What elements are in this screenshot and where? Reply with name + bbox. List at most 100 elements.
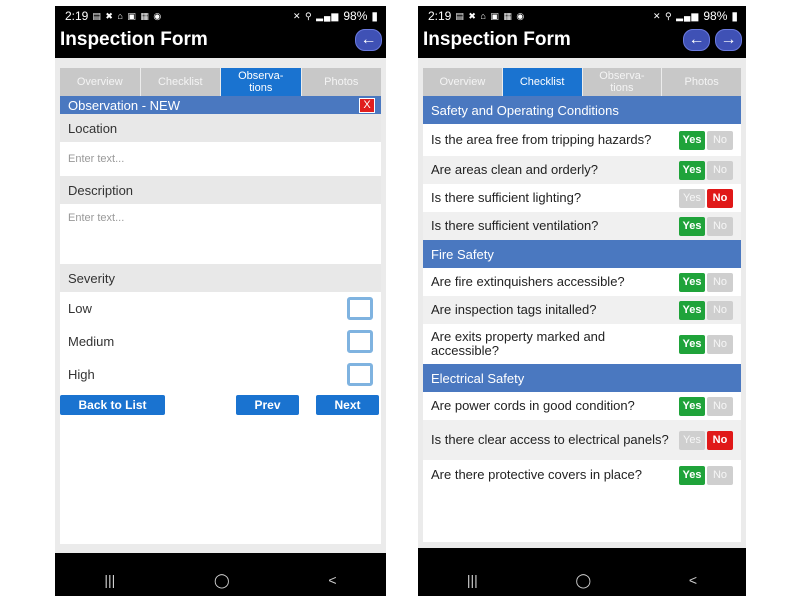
checklist-row: Are power cords in good condition? Yes No: [423, 392, 741, 420]
checklist-question: Is there sufficient lighting?: [431, 190, 582, 205]
content-area: Overview Checklist Observa- tions Photos…: [55, 58, 386, 553]
severity-checkbox[interactable]: [347, 330, 373, 353]
severity-option-medium[interactable]: Medium: [60, 325, 381, 358]
checklist-question: Are exits property marked and accessible…: [431, 329, 606, 358]
home-icon[interactable]: ◯: [214, 572, 230, 589]
status-time: 2:19: [428, 9, 452, 23]
description-placeholder: Enter text...: [68, 212, 125, 224]
location-input[interactable]: Enter text...: [60, 142, 381, 176]
tab-checklist[interactable]: Checklist: [502, 68, 583, 96]
checklist-row: Is the area free from tripping hazards? Y…: [423, 124, 741, 156]
app-bar: Inspection Form ← →: [418, 26, 746, 54]
notification-icons: ▤ ✖ ⌂ ▣ ▦ ◉: [92, 10, 163, 21]
content-area: Overview Checklist Observa- tions Photos…: [418, 58, 746, 548]
yes-button[interactable]: Yes: [679, 160, 705, 180]
no-button[interactable]: No: [707, 300, 733, 320]
no-button[interactable]: No: [707, 130, 733, 150]
no-button[interactable]: No: [707, 188, 733, 208]
status-bar: 2:19 ▤ ✖ ⌂ ▣ ▦ ◉ ✕ ⚲ ▂▄▆ 98% ▮: [55, 6, 386, 26]
back-to-list-button[interactable]: Back to List: [60, 395, 165, 415]
recents-icon[interactable]: |||: [104, 572, 115, 588]
checklist-row: Is there clear access to electrical pane…: [423, 420, 741, 460]
location-label: Location: [60, 114, 381, 142]
severity-option-label: Medium: [68, 334, 115, 349]
section-header: Electrical Safety: [423, 364, 741, 392]
yes-button[interactable]: Yes: [679, 334, 705, 354]
no-button[interactable]: No: [707, 430, 733, 450]
forward-arrow-button[interactable]: →: [715, 29, 742, 51]
signal-icons: ✕ ⚲ ▂▄▆: [653, 10, 700, 21]
yes-button[interactable]: Yes: [679, 300, 705, 320]
no-button[interactable]: No: [707, 334, 733, 354]
app-title: Inspection Form: [60, 29, 208, 50]
form-button-row: Back to List Prev Next: [60, 395, 381, 419]
severity-checkbox[interactable]: [347, 363, 373, 386]
recents-icon[interactable]: |||: [467, 572, 478, 588]
status-time: 2:19: [65, 9, 89, 23]
tab-photos[interactable]: Photos: [662, 68, 741, 96]
checklist-row: Are fire extinquishers accessible? Yes No: [423, 268, 741, 296]
back-arrow-button[interactable]: ←: [683, 29, 710, 51]
battery-icon: ▮: [731, 9, 738, 23]
observation-header: Observation - NEW X: [60, 96, 381, 114]
checklist-row: Are exits property marked and accessible…: [423, 324, 741, 364]
tab-overview[interactable]: Overview: [60, 68, 141, 96]
yes-no-toggle: Yes No: [679, 396, 733, 416]
checklist-panel: Overview Checklist Observa- tions Photos…: [423, 68, 741, 542]
yes-button[interactable]: Yes: [679, 216, 705, 236]
back-arrow-button[interactable]: ←: [355, 29, 382, 51]
back-icon[interactable]: <: [328, 572, 336, 588]
yes-button[interactable]: Yes: [679, 465, 705, 485]
yes-no-toggle: Yes No: [679, 430, 733, 450]
yes-no-toggle: Yes No: [679, 188, 733, 208]
severity-option-label: Low: [68, 301, 92, 316]
yes-no-toggle: Yes No: [679, 334, 733, 354]
phone-screen-checklist: 2:19 ▤ ✖ ⌂ ▣ ▦ ◉ ✕ ⚲ ▂▄▆ 98% ▮ Inspectio…: [418, 6, 746, 596]
yes-no-toggle: Yes No: [679, 465, 733, 485]
prev-button[interactable]: Prev: [236, 395, 299, 415]
section-header: Safety and Operating Conditions: [423, 96, 741, 124]
no-button[interactable]: No: [707, 160, 733, 180]
tab-checklist[interactable]: Checklist: [140, 68, 221, 96]
yes-button[interactable]: Yes: [679, 130, 705, 150]
description-input[interactable]: Enter text...: [60, 204, 381, 264]
severity-option-label: High: [68, 367, 95, 382]
signal-icons: ✕ ⚲ ▂▄▆: [293, 10, 340, 21]
no-button[interactable]: No: [707, 216, 733, 236]
section-header: Fire Safety: [423, 240, 741, 268]
observation-title: Observation - NEW: [68, 97, 180, 113]
tab-photos[interactable]: Photos: [301, 68, 381, 96]
no-button[interactable]: No: [707, 396, 733, 416]
checklist-row: Are inspection tags initalled? Yes No: [423, 296, 741, 324]
back-icon[interactable]: <: [689, 572, 697, 588]
yes-no-toggle: Yes No: [679, 130, 733, 150]
observation-panel: Overview Checklist Observa- tions Photos…: [60, 68, 381, 544]
yes-button[interactable]: Yes: [679, 272, 705, 292]
no-button[interactable]: No: [707, 465, 733, 485]
checklist-row: Are there protective covers in place? Yes…: [423, 460, 741, 490]
checklist-question: Is the area free from tripping hazards?: [431, 132, 652, 147]
close-button[interactable]: X: [359, 97, 375, 113]
next-button[interactable]: Next: [316, 395, 379, 415]
tab-overview[interactable]: Overview: [423, 68, 503, 96]
yes-button[interactable]: Yes: [679, 430, 705, 450]
severity-option-low[interactable]: Low: [60, 292, 381, 325]
yes-no-toggle: Yes No: [679, 216, 733, 236]
home-icon[interactable]: ◯: [576, 572, 592, 589]
arrow-right-icon: →: [720, 31, 737, 48]
arrow-left-icon: ←: [688, 31, 705, 48]
checklist-question: Are inspection tags initalled?: [431, 302, 597, 317]
battery-icon: ▮: [371, 9, 378, 23]
android-nav-bar: ||| ◯ <: [55, 564, 386, 596]
checklist-question: Are fire extinquishers accessible?: [431, 274, 625, 289]
checklist-row: Is there sufficient ventilation? Yes No: [423, 212, 741, 240]
severity-checkbox[interactable]: [347, 297, 373, 320]
severity-option-high[interactable]: High: [60, 358, 381, 391]
tab-observations-label: Observa- tions: [238, 70, 284, 94]
tab-observations[interactable]: Observa- tions: [221, 68, 302, 96]
yes-button[interactable]: Yes: [679, 396, 705, 416]
yes-button[interactable]: Yes: [679, 188, 705, 208]
tab-observations[interactable]: Observa- tions: [582, 68, 663, 96]
checklist-question: Is there sufficient ventilation?: [431, 218, 599, 233]
no-button[interactable]: No: [707, 272, 733, 292]
